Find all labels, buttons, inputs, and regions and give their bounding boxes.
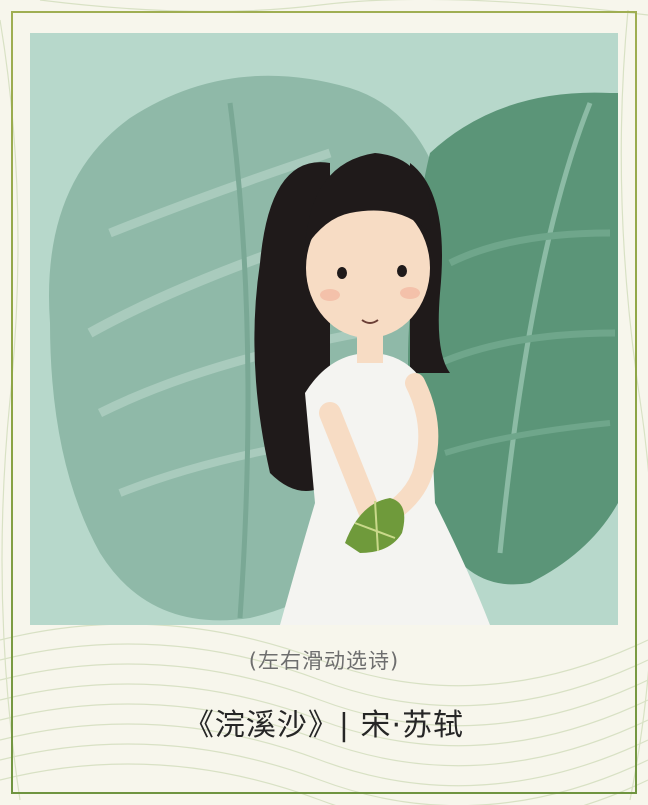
poet-name: 宋·苏轼 [360, 708, 465, 743]
poem-title: 《浣溪沙》 [183, 708, 339, 743]
poem-title-line: 《浣溪沙》| 宋·苏轼 [0, 700, 648, 744]
swipe-hint: (左右滑动选诗) [248, 649, 400, 673]
poem-card: (左右滑动选诗) 《浣溪沙》| 宋·苏轼 [0, 0, 648, 805]
title-separator: | [338, 708, 350, 743]
girl-illustration [30, 33, 618, 625]
